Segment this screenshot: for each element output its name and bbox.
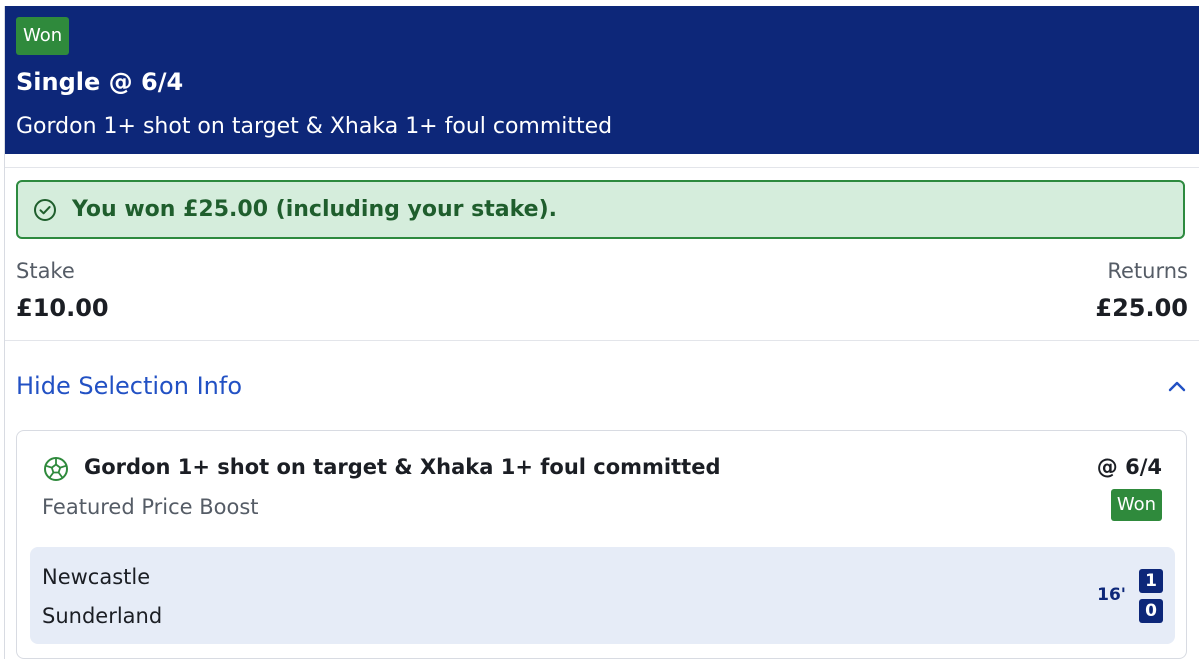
home-score: 1: [1139, 569, 1163, 593]
match-scoreboard[interactable]: Newcastle Sunderland 16' 1 0: [30, 547, 1175, 644]
football-icon: [44, 457, 68, 481]
home-team: Newcastle: [42, 565, 151, 589]
toggle-label: Hide Selection Info: [16, 372, 242, 400]
divider: [5, 340, 1199, 341]
win-banner: You won £25.00 (including your stake).: [16, 180, 1185, 239]
stake-label: Stake: [16, 259, 75, 283]
hide-selection-info-toggle[interactable]: Hide Selection Info: [5, 358, 1199, 408]
returns-label: Returns: [1107, 259, 1188, 283]
stake-value: £10.00: [16, 294, 109, 322]
win-message: You won £25.00 (including your stake).: [72, 197, 557, 222]
match-clock: 16': [1097, 585, 1126, 605]
returns-value: £25.00: [1095, 294, 1188, 322]
selection-odds: @ 6/4: [1096, 455, 1162, 479]
chevron-up-icon[interactable]: [1166, 376, 1188, 398]
bet-receipt: Won Single @ 6/4 Gordon 1+ shot on targe…: [4, 6, 1199, 659]
selection-market: Featured Price Boost: [42, 495, 259, 519]
away-team: Sunderland: [42, 604, 163, 628]
selection-status-badge: Won: [1110, 489, 1162, 521]
selection-card: Gordon 1+ shot on target & Xhaka 1+ foul…: [16, 430, 1187, 659]
bet-title: Single @ 6/4: [16, 68, 184, 96]
bet-header: Won Single @ 6/4 Gordon 1+ shot on targe…: [5, 6, 1199, 154]
bet-status-badge: Won: [16, 17, 70, 55]
bet-description: Gordon 1+ shot on target & Xhaka 1+ foul…: [16, 114, 613, 139]
divider: [5, 167, 1199, 168]
away-score: 0: [1139, 599, 1163, 623]
check-circle-icon: [34, 199, 56, 221]
selection-title: Gordon 1+ shot on target & Xhaka 1+ foul…: [84, 455, 721, 479]
